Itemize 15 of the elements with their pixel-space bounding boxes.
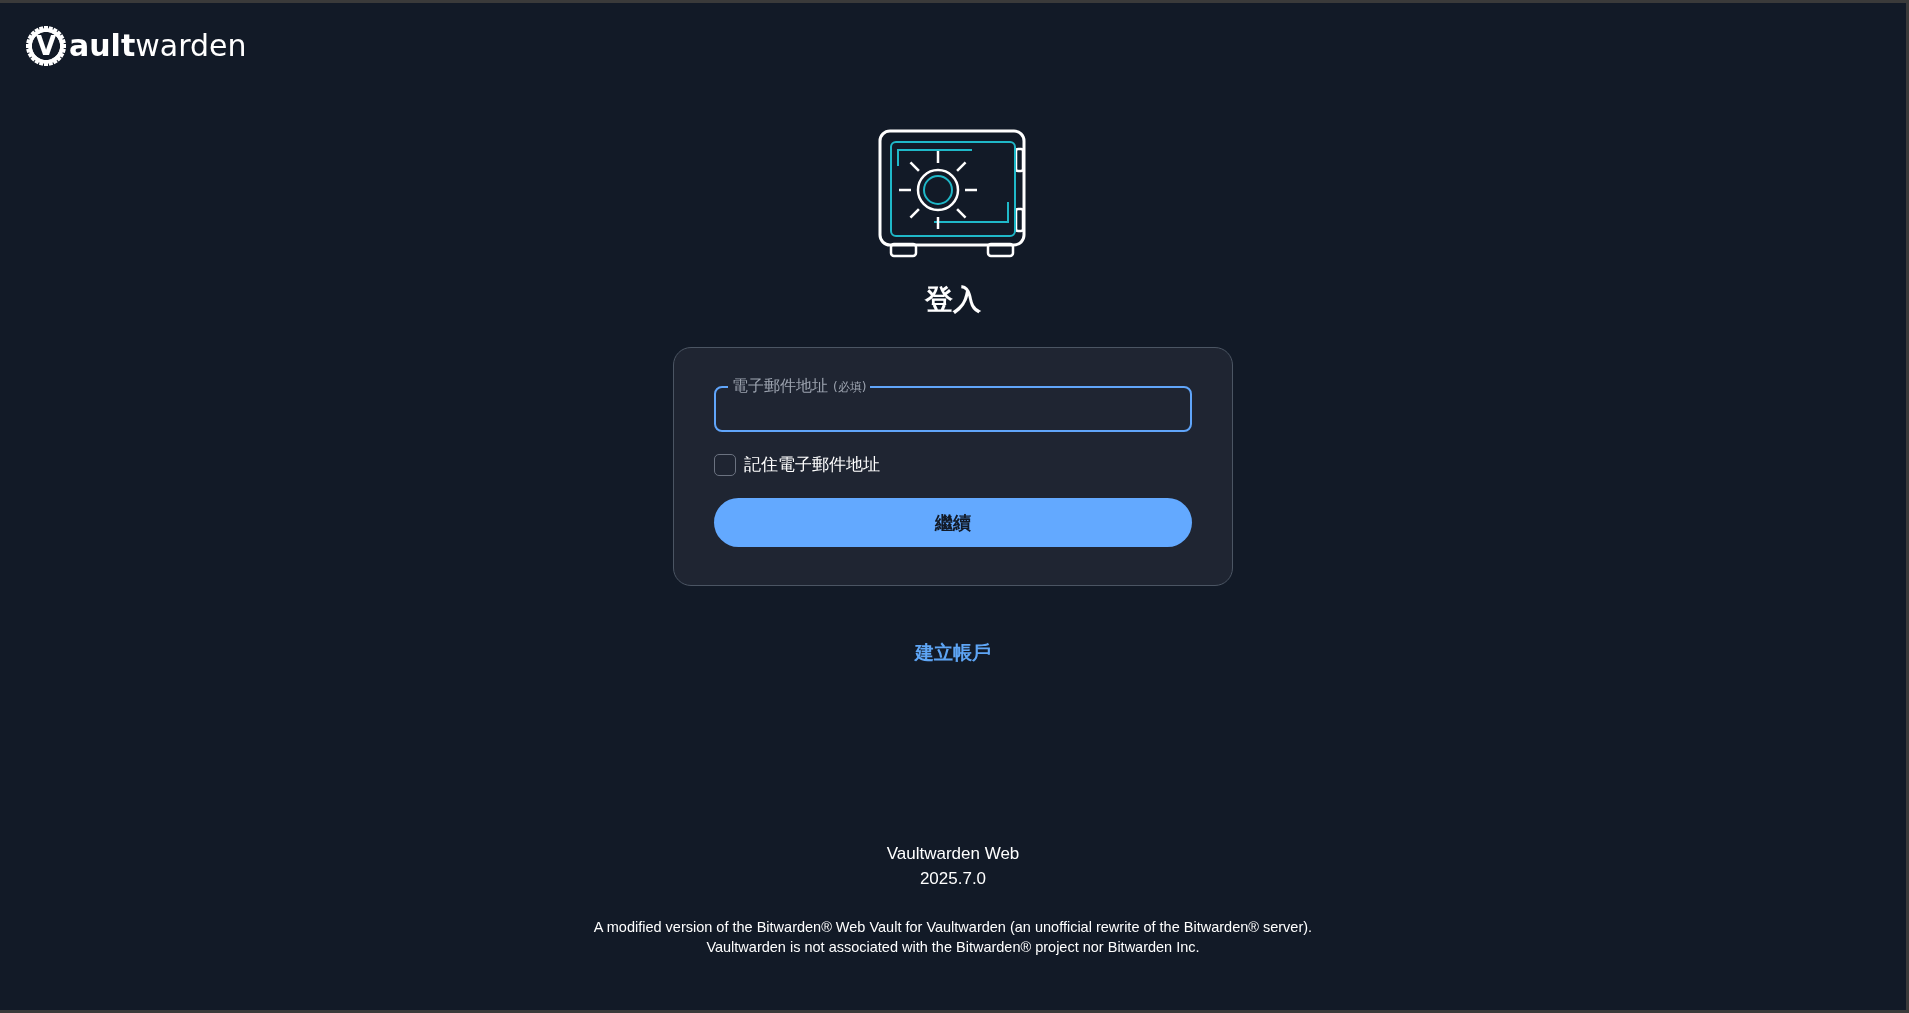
page-title: 登入 bbox=[925, 282, 981, 318]
continue-button[interactable]: 繼續 bbox=[714, 497, 1192, 547]
remember-label: 記住電子郵件地址 bbox=[744, 453, 880, 476]
logo-text: aultwarden bbox=[69, 31, 247, 61]
app-name: Vaultwarden Web bbox=[886, 843, 1020, 865]
app-version: 2025.7.0 bbox=[919, 868, 987, 890]
remember-checkbox[interactable] bbox=[714, 453, 736, 476]
disclaimer-text: Vaultwarden is not associated with the Bitwarden® project nor Bitwarden Inc. bbox=[706, 938, 1200, 957]
email-field[interactable]: 電子郵件地址 (必填) bbox=[714, 376, 1192, 432]
logo[interactable]: V aultwarden bbox=[25, 25, 247, 67]
logo-initial: V bbox=[36, 30, 57, 62]
create-account-link[interactable]: 建立帳戶 bbox=[915, 637, 991, 666]
email-label: 電子郵件地址 (必填) bbox=[731, 376, 868, 397]
gear-icon bbox=[25, 25, 67, 67]
disclaimer-text: A modified version of the Bitwarden® Web Vault for Vaultwarden (an unofficial rewrite of the Bitwarden® server). bbox=[593, 918, 1313, 937]
